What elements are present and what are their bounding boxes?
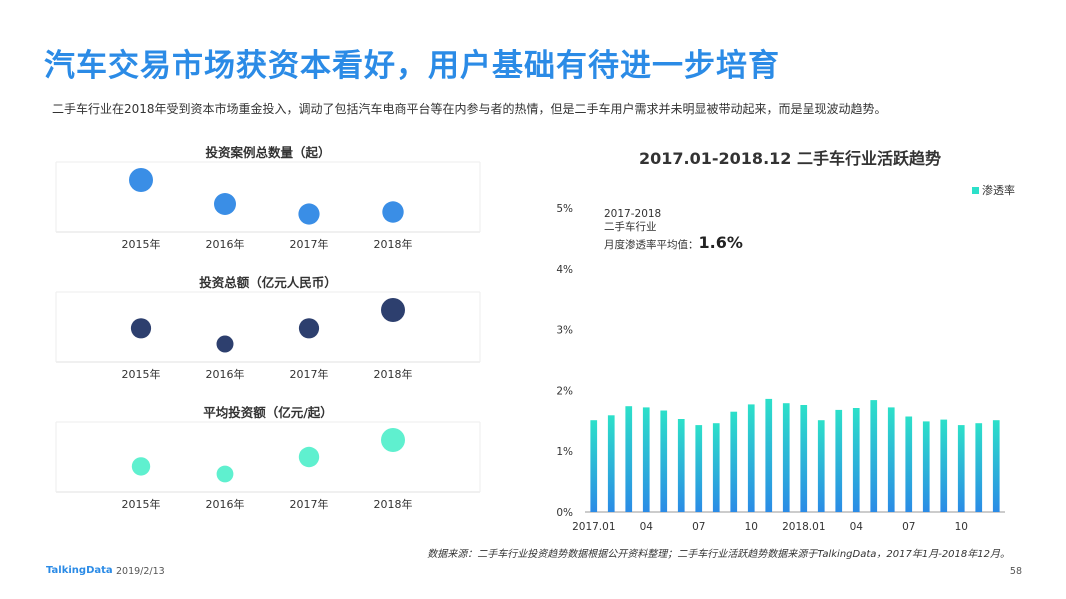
bar [992,420,1000,512]
bar [800,405,808,512]
page-title: 汽车交易市场获资本看好，用户基础有待进一步培育 [44,48,780,84]
bar [625,406,633,512]
bar [922,421,930,512]
bubble-point [129,168,153,192]
page-number: 58 [1009,566,1022,577]
investment-count-title: 投资案例总数量（起） [205,145,331,160]
bar [765,398,773,512]
bar [782,403,790,512]
x-tick-label: 04 [640,521,654,533]
bar [870,400,878,512]
annotation-average-label: 月度渗透率平均值： [604,239,699,251]
bar-chart-title: 2017.01-2018.12 二手车行业活跃趋势 [639,149,941,168]
footer-date: 2019/2/13 [116,566,165,577]
bar [747,404,755,512]
bar [660,410,668,512]
investment-total-chart: 2015年 2016年 2017年 2018年 [55,291,481,381]
x-tick-label: 2015年 [122,497,161,511]
bubble-point [381,428,405,452]
bubble-point [298,203,320,225]
x-tick-label: 2017.01 [572,521,615,533]
bar [835,409,843,512]
bar [695,425,703,512]
data-source-note: 数据来源：二手车行业投资趋势数据根据公开资料整理；二手车行业活跃趋势数据来源于T… [427,549,1010,560]
bubble-point [382,201,404,223]
y-tick-label: 3% [556,325,573,337]
x-tick-label: 10 [955,521,968,533]
x-tick-label: 07 [692,521,705,533]
x-tick-label: 2017年 [290,367,329,381]
bubble-point [216,465,234,483]
bubble-point [381,298,405,322]
annotation-average: 月度渗透率平均值：1.6% [604,233,743,252]
x-tick-label: 2018.01 [782,521,825,533]
page-subtitle: 二手车行业在2018年受到资本市场重金投入，调动了包括汽车电商平台等在内参与者的… [52,102,887,116]
talkingdata-logo: TalkingData [46,565,113,576]
average-investment-title: 平均投资额（亿元/起） [203,405,333,420]
average-annotation: 2017-2018 二手车行业 月度渗透率平均值：1.6% [604,208,743,252]
y-tick-label: 4% [556,264,573,276]
y-tick-label: 0% [556,507,573,519]
bar [607,415,615,512]
investment-count-chart: 2015年 2016年 2017年 2018年 [55,161,481,251]
x-tick-label: 10 [745,521,758,533]
bar [817,420,825,512]
x-tick-label: 2016年 [206,497,245,511]
bar [905,416,913,512]
bubble-point [130,318,152,339]
bar [887,407,895,512]
bar [712,423,720,512]
annotation-period: 2017-2018 [604,208,662,220]
x-tick-label: 2018年 [374,237,413,251]
bar [957,425,965,512]
investment-count-panel: 投资案例总数量（起） 2015年 2016年 2017年 2018年 [55,142,481,264]
bubble-point [214,193,236,215]
x-tick-label: 2015年 [122,367,161,381]
bar [975,423,983,512]
x-tick-label: 2016年 [206,237,245,251]
bar [940,419,948,512]
bar [730,411,738,512]
average-investment-panel: 平均投资额（亿元/起） 2015年 2016年 2017年 2018年 [55,402,481,524]
bar [590,420,598,512]
x-tick-label: 2016年 [206,367,245,381]
bar [677,419,685,512]
y-tick-label: 5% [556,203,573,215]
bubble-point [131,457,151,476]
investment-total-panel: 投资总额（亿元人民币） 2015年 2016年 2017年 2018年 [55,272,481,394]
bar [642,407,650,512]
x-tick-label: 2017年 [290,497,329,511]
x-tick-label: 2015年 [122,237,161,251]
y-tick-label: 2% [556,385,573,397]
annotation-average-value: 1.6% [698,233,743,252]
y-tick-label: 1% [556,446,573,458]
x-tick-label: 2017年 [290,237,329,251]
bubble-point [216,335,234,353]
average-investment-chart: 2015年 2016年 2017年 2018年 [55,421,481,511]
x-tick-label: 04 [850,521,864,533]
bubble-point [298,446,320,468]
x-tick-label: 07 [902,521,915,533]
x-tick-label: 2018年 [374,497,413,511]
bubble-point [298,318,320,339]
legend-swatch [972,186,979,194]
investment-total-title: 投资总额（亿元人民币） [199,275,337,290]
x-tick-label: 2018年 [374,367,413,381]
bar [852,408,860,512]
